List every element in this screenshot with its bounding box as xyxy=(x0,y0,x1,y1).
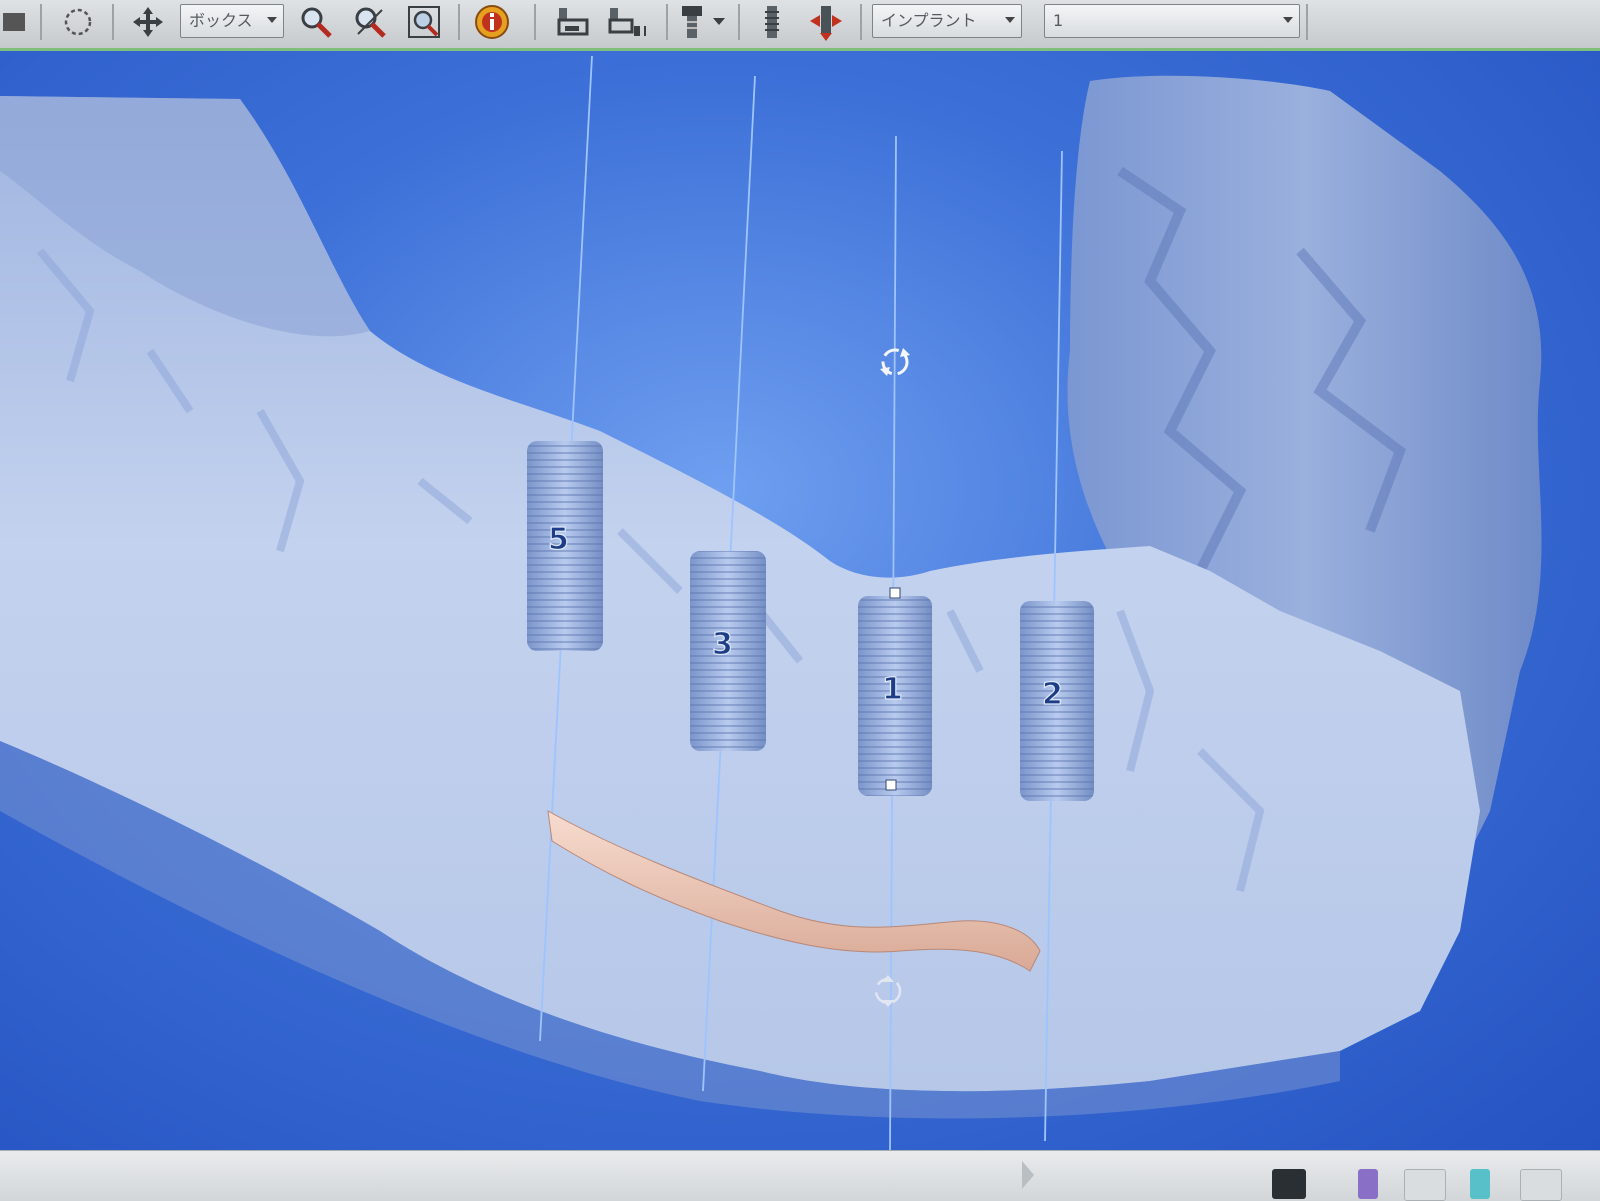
object-number-select-value: 1 xyxy=(1053,11,1064,30)
mandible-render[interactable]: 5 3 1 2 xyxy=(0,51,1600,1150)
tray-app-icon[interactable] xyxy=(1520,1169,1562,1201)
toolbar-separator xyxy=(534,4,536,40)
toolbar-separator xyxy=(112,4,114,40)
object-type-select-value: インプラント xyxy=(881,11,977,30)
chevron-down-icon xyxy=(267,17,277,23)
toolbar-separator xyxy=(458,4,460,40)
zoom-in-icon[interactable] xyxy=(296,4,336,40)
selection-handle-bottom[interactable] xyxy=(885,779,897,791)
tool-partial-icon[interactable] xyxy=(0,4,30,40)
tray-app-icon[interactable] xyxy=(1470,1169,1490,1199)
toolbar-separator xyxy=(860,4,862,40)
implant-dropdown-icon[interactable] xyxy=(706,4,732,40)
pan-icon[interactable] xyxy=(128,4,168,40)
tray-app-icon[interactable] xyxy=(1358,1169,1378,1199)
info-icon[interactable] xyxy=(472,4,512,40)
tray-app-icon[interactable] xyxy=(1272,1169,1306,1199)
object-type-select[interactable]: インプラント xyxy=(872,4,1022,38)
cursor-arrow-icon xyxy=(1022,1161,1034,1189)
zoom-fit-icon[interactable] xyxy=(404,4,444,40)
lasso-icon[interactable] xyxy=(58,4,98,40)
chevron-down-icon xyxy=(1283,17,1293,23)
panoramic-icon[interactable] xyxy=(552,4,592,40)
implant-number-label: 2 xyxy=(1042,677,1063,712)
nerve-tool-icon[interactable] xyxy=(752,4,792,40)
object-number-select[interactable]: 1 xyxy=(1044,4,1300,38)
implant-number-label: 5 xyxy=(548,522,569,557)
toolbar-separator xyxy=(738,4,740,40)
toolbar-separator xyxy=(666,4,668,40)
chevron-down-icon xyxy=(1005,17,1015,23)
view-mode-select-value: ボックス xyxy=(189,11,253,30)
cross-section-icon[interactable] xyxy=(606,4,646,40)
zoom-out-icon[interactable] xyxy=(350,4,390,40)
implant-move-icon[interactable] xyxy=(806,4,846,41)
selection-handle-top[interactable] xyxy=(889,587,901,599)
implant-number-label: 3 xyxy=(712,627,733,662)
status-bar xyxy=(0,1150,1600,1201)
tray-app-icon[interactable] xyxy=(1404,1169,1446,1201)
3d-viewport[interactable]: 5 3 1 2 xyxy=(0,51,1600,1150)
toolbar-separator xyxy=(40,4,42,40)
toolbar: ボックス インプラント 1 xyxy=(0,0,1600,50)
implant-number-label: 1 xyxy=(882,672,903,707)
view-mode-select[interactable]: ボックス xyxy=(180,4,284,38)
toolbar-separator xyxy=(1306,4,1308,40)
